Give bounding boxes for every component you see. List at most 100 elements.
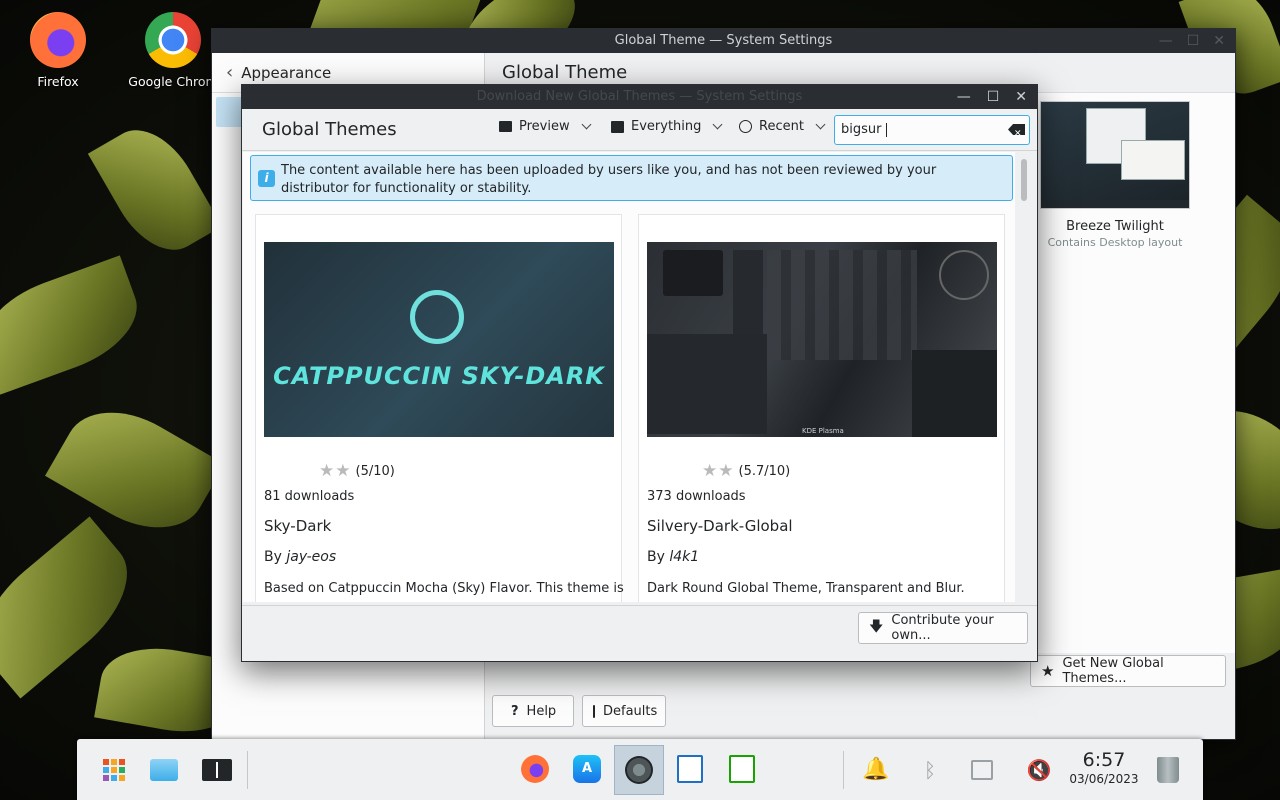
close-icon[interactable]: ✕ bbox=[1213, 29, 1225, 53]
writer-icon[interactable] bbox=[677, 755, 707, 785]
clock-time: 6:57 bbox=[1082, 749, 1126, 771]
defaults-label: Defaults bbox=[603, 703, 658, 719]
author-line: By jay-eos bbox=[264, 549, 336, 565]
clock-date: 03/06/2023 bbox=[1069, 772, 1139, 786]
content-warning-text: The content available here has been uplo… bbox=[281, 163, 937, 196]
notifications-icon[interactable]: 🔔 bbox=[861, 755, 891, 785]
theme-description: Dark Round Global Theme, Transparent and… bbox=[647, 581, 965, 596]
firefox-icon bbox=[30, 12, 86, 68]
by-label: By bbox=[647, 549, 665, 565]
archive-icon bbox=[611, 120, 624, 133]
network-icon[interactable] bbox=[967, 755, 997, 785]
files-icon[interactable] bbox=[150, 755, 180, 785]
clock-icon bbox=[739, 120, 752, 133]
dialog-title: Download New Global Themes — System Sett… bbox=[476, 89, 803, 104]
calc-icon[interactable] bbox=[729, 755, 759, 785]
sort-dropdown[interactable]: Recent bbox=[739, 119, 826, 134]
search-input-value: bigsur bbox=[841, 122, 882, 137]
close-icon[interactable]: ✕ bbox=[1015, 85, 1027, 109]
download-count: 81 downloads bbox=[264, 489, 355, 504]
minimize-icon[interactable]: — bbox=[1159, 29, 1173, 53]
star-icon: ★ bbox=[718, 461, 734, 481]
bluetooth-icon[interactable]: ᛒ bbox=[915, 755, 945, 785]
desktop-icon-firefox[interactable]: Firefox bbox=[13, 12, 103, 89]
theme-name: Breeze Twilight bbox=[1066, 219, 1164, 234]
search-input[interactable]: bigsur bbox=[834, 115, 1030, 145]
star-icon: ★ bbox=[335, 461, 351, 481]
desktop-icon-label: Firefox bbox=[37, 74, 79, 89]
help-button[interactable]: ? Help bbox=[492, 695, 574, 727]
dialog-heading: Global Themes bbox=[262, 119, 397, 140]
volume-muted-icon[interactable]: 🔇 bbox=[1024, 755, 1054, 785]
firefox-icon[interactable] bbox=[521, 755, 551, 785]
sidebar-item-global-theme[interactable] bbox=[216, 97, 244, 127]
clear-search-icon[interactable] bbox=[1008, 124, 1025, 135]
taskbar-separator bbox=[843, 751, 844, 789]
download-themes-dialog: Download New Global Themes — System Sett… bbox=[241, 84, 1038, 662]
clock[interactable]: 6:57 03/06/2023 bbox=[1067, 749, 1141, 786]
window-titlebar[interactable]: Global Theme — System Settings — ☐ ✕ bbox=[212, 29, 1235, 53]
rating: ★ ★ (5/10) bbox=[319, 461, 395, 481]
view-mode-dropdown[interactable]: Preview bbox=[499, 119, 592, 134]
theme-preview: CATPPUCCIN SKY-DARK bbox=[264, 242, 614, 437]
sidebar-header-label: Appearance bbox=[241, 63, 332, 82]
image-icon bbox=[499, 121, 512, 132]
theme-subtitle: Contains Desktop layout bbox=[1047, 236, 1183, 249]
window-title: Global Theme — System Settings bbox=[614, 33, 833, 48]
app-launcher-icon[interactable] bbox=[99, 755, 129, 785]
rating: ★ ★ (5.7/10) bbox=[702, 461, 790, 481]
star-icon: ★ bbox=[702, 461, 718, 481]
theme-item-name[interactable]: Sky-Dark bbox=[264, 517, 331, 535]
view-mode-label: Preview bbox=[519, 119, 570, 134]
arrow-down-icon: 🡇 bbox=[869, 619, 884, 635]
defaults-icon bbox=[593, 704, 595, 718]
taskbar: A 🔔 ᛒ 🔇 6:57 03/06/2023 bbox=[77, 739, 1203, 800]
download-count: 373 downloads bbox=[647, 489, 746, 504]
preview-text: CATPPUCCIN SKY-DARK bbox=[273, 362, 605, 390]
chrome-icon bbox=[145, 12, 201, 68]
filter-label: Everything bbox=[631, 119, 702, 134]
contribute-button[interactable]: 🡇 Contribute your own... bbox=[858, 612, 1028, 644]
results-scrollbar[interactable] bbox=[1021, 157, 1029, 602]
minimize-icon[interactable]: — bbox=[957, 85, 971, 109]
theme-item-card[interactable]: CATPPUCCIN SKY-DARK ★ ★ (5/10) 81 downloa… bbox=[255, 214, 624, 602]
app-store-icon[interactable]: A bbox=[573, 755, 603, 785]
sort-label: Recent bbox=[759, 119, 804, 134]
info-icon: i bbox=[258, 170, 275, 187]
text-cursor bbox=[885, 122, 887, 137]
dialog-titlebar[interactable]: Download New Global Themes — System Sett… bbox=[242, 85, 1037, 109]
maximize-icon[interactable]: ☐ bbox=[1187, 29, 1200, 53]
chevron-down-icon bbox=[712, 119, 723, 130]
scrollbar-thumb[interactable] bbox=[1021, 159, 1027, 201]
theme-card[interactable]: Breeze Twilight Contains Desktop layout bbox=[1035, 101, 1195, 249]
desktop-icon-label: Google Chrom bbox=[128, 74, 218, 89]
system-settings-task[interactable] bbox=[614, 745, 664, 795]
preview-text: KDE Plasma bbox=[802, 427, 844, 435]
author-link[interactable]: l4k1 bbox=[669, 549, 699, 565]
get-new-themes-button[interactable]: ★ Get New Global Themes... bbox=[1030, 655, 1226, 687]
maximize-icon[interactable]: ☐ bbox=[987, 85, 1000, 109]
help-label: Help bbox=[526, 703, 557, 719]
rating-score: (5/10) bbox=[355, 463, 395, 479]
chevron-down-icon bbox=[581, 119, 592, 130]
chevron-left-icon: ‹ bbox=[226, 62, 234, 83]
results-list: i The content available here has been up… bbox=[243, 152, 1015, 602]
defaults-button[interactable]: Defaults bbox=[582, 695, 666, 727]
trash-icon[interactable] bbox=[1153, 755, 1183, 785]
theme-thumbnail bbox=[1040, 101, 1190, 209]
dialog-footer: 🡇 Contribute your own... bbox=[242, 605, 1037, 661]
theme-item-card[interactable]: KDE Plasma ★ ★ (5.7/10) 373 downloads Sil… bbox=[638, 214, 1005, 602]
taskbar-separator bbox=[247, 751, 248, 789]
star-icon: ★ bbox=[1041, 662, 1055, 680]
theme-item-name[interactable]: Silvery-Dark-Global bbox=[647, 517, 793, 535]
by-label: By bbox=[264, 549, 282, 565]
chevron-down-icon bbox=[815, 119, 826, 130]
author-link[interactable]: jay-eos bbox=[286, 549, 336, 565]
filter-dropdown[interactable]: Everything bbox=[611, 119, 723, 134]
star-icon: ★ bbox=[319, 461, 335, 481]
content-warning-banner: i The content available here has been up… bbox=[250, 155, 1013, 201]
theme-description: Based on Catppuccin Mocha (Sky) Flavor. … bbox=[264, 581, 624, 596]
overview-icon[interactable] bbox=[202, 755, 232, 785]
desktop-icon-chrome[interactable]: Google Chrom bbox=[128, 12, 218, 89]
rating-score: (5.7/10) bbox=[738, 463, 791, 479]
